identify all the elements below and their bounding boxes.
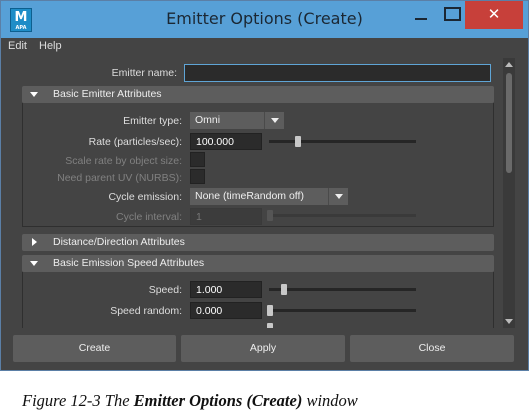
maximize-button[interactable] bbox=[437, 1, 465, 29]
section-basic-emitter-attributes[interactable]: Basic Emitter Attributes bbox=[22, 86, 494, 103]
section-basic-emission-speed-attributes[interactable]: Basic Emission Speed Attributes bbox=[22, 255, 494, 272]
emitter-type-value: Omni bbox=[195, 114, 221, 126]
rate-slider-track[interactable] bbox=[269, 140, 416, 143]
caption-bold: Emitter Options (Create) bbox=[133, 391, 303, 410]
speed-label: Speed: bbox=[148, 284, 182, 296]
emitter-name-field[interactable] bbox=[184, 64, 491, 82]
minimize-button[interactable] bbox=[407, 1, 435, 29]
chevron-down-icon[interactable] bbox=[328, 188, 348, 205]
speed-field[interactable]: 1.000 bbox=[190, 281, 262, 298]
speed-random-slider-handle[interactable] bbox=[267, 305, 273, 316]
speed-random-label: Speed random: bbox=[110, 305, 182, 317]
cycle-interval-label: Cycle interval: bbox=[116, 211, 182, 223]
emitter-type-dropdown[interactable]: Omni bbox=[190, 112, 264, 129]
cycle-interval-slider-track[interactable] bbox=[269, 214, 416, 217]
cycle-emission-value: None (timeRandom off) bbox=[195, 190, 304, 202]
emitter-name-label: Emitter name: bbox=[111, 67, 177, 79]
rate-field[interactable]: 100.000 bbox=[190, 133, 262, 150]
menu-edit[interactable]: Edit bbox=[8, 40, 27, 52]
triangle-right-icon bbox=[32, 238, 37, 246]
triangle-down-icon bbox=[30, 92, 38, 97]
need-parent-uv-label: Need parent UV (NURBS): bbox=[57, 172, 182, 184]
caption-suffix: window bbox=[302, 391, 358, 410]
scroll-thumb[interactable] bbox=[506, 73, 512, 173]
chevron-down-icon[interactable] bbox=[264, 112, 284, 129]
apply-button[interactable]: Apply bbox=[181, 335, 345, 362]
speed-random-slider-track[interactable] bbox=[269, 309, 416, 312]
close-window-button[interactable]: ✕ bbox=[465, 1, 523, 29]
cycle-emission-dropdown[interactable]: None (timeRandom off) bbox=[190, 188, 328, 205]
options-panel: Emitter name: Basic Emitter Attributes E… bbox=[10, 58, 502, 328]
cycle-emission-label: Cycle emission: bbox=[108, 191, 182, 203]
caption-prefix: Figure 12-3 The bbox=[22, 391, 134, 410]
partial-slider-handle[interactable] bbox=[267, 323, 273, 328]
scale-rate-checkbox[interactable] bbox=[190, 152, 205, 167]
speed-slider-track[interactable] bbox=[269, 288, 416, 291]
speed-slider-handle[interactable] bbox=[281, 284, 287, 295]
rate-label: Rate (particles/sec): bbox=[88, 136, 182, 148]
menu-help[interactable]: Help bbox=[39, 40, 62, 52]
speed-random-field[interactable]: 0.000 bbox=[190, 302, 262, 319]
emitter-type-label: Emitter type: bbox=[123, 115, 182, 127]
scale-rate-label: Scale rate by object size: bbox=[65, 155, 182, 167]
triangle-down-icon bbox=[30, 261, 38, 266]
menu-bar: Edit Help bbox=[1, 38, 528, 57]
section-label: Basic Emission Speed Attributes bbox=[53, 257, 205, 269]
section-distance-direction-attributes[interactable]: Distance/Direction Attributes bbox=[22, 234, 494, 251]
scroll-down-icon[interactable] bbox=[505, 319, 513, 324]
rate-slider-handle[interactable] bbox=[295, 136, 301, 147]
scroll-up-icon[interactable] bbox=[505, 62, 513, 67]
title-bar[interactable]: M APA Emitter Options (Create) ✕ bbox=[1, 1, 528, 38]
vertical-scrollbar[interactable] bbox=[503, 58, 515, 328]
figure-caption: Figure 12-3 The Emitter Options (Create)… bbox=[22, 391, 358, 411]
close-button[interactable]: Close bbox=[350, 335, 514, 362]
need-parent-uv-checkbox[interactable] bbox=[190, 169, 205, 184]
section-label: Basic Emitter Attributes bbox=[53, 88, 162, 100]
section-label: Distance/Direction Attributes bbox=[53, 236, 185, 248]
create-button[interactable]: Create bbox=[13, 335, 176, 362]
cycle-interval-slider-handle[interactable] bbox=[267, 210, 273, 221]
cycle-interval-field[interactable]: 1 bbox=[190, 208, 262, 225]
